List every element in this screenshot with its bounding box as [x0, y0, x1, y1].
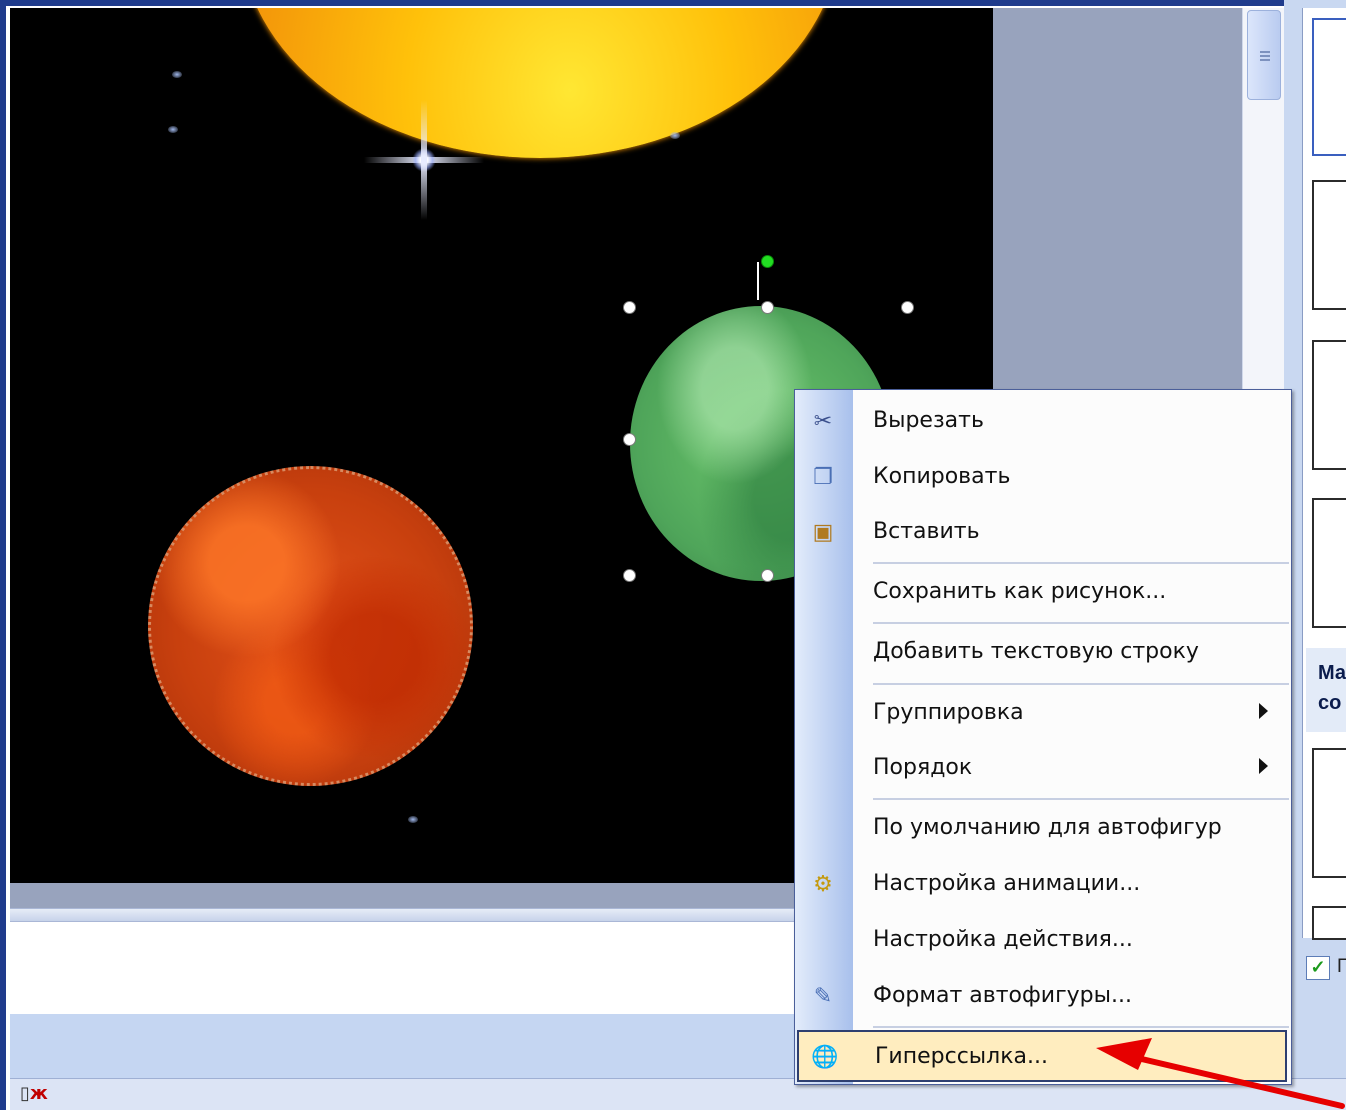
menu-separator	[873, 562, 1289, 564]
resize-handle-left[interactable]	[623, 433, 636, 446]
menu-item-add-text[interactable]: Добавить текстовую строку	[795, 627, 1291, 679]
menu-item-order[interactable]: Порядок	[795, 743, 1291, 795]
spellcheck-icon[interactable]: ▯ж	[20, 1083, 90, 1109]
rotation-handle[interactable]	[761, 255, 774, 268]
slide-thumbnail[interactable]	[1312, 748, 1346, 878]
resize-handle-top-right[interactable]	[901, 301, 914, 314]
annotation-arrow-icon	[1096, 1038, 1345, 1109]
task-pane-checkbox-label: П	[1337, 956, 1346, 977]
menu-separator	[873, 622, 1289, 624]
scrollbar-thumb[interactable]	[1247, 10, 1281, 100]
bright-star	[364, 100, 484, 220]
menu-item-autoshape-default[interactable]: По умолчанию для автофигур	[795, 803, 1291, 855]
star	[168, 126, 178, 133]
context-menu: ✂ Вырезать ❐ Копировать ▣ Вставить Сохра…	[794, 389, 1292, 1085]
slide-thumbnail[interactable]	[1312, 340, 1346, 470]
menu-item-format-autoshape[interactable]: ✎ Формат автофигуры...	[795, 971, 1291, 1023]
task-pane-section-subtitle: со	[1318, 692, 1342, 714]
task-pane-checkbox[interactable]: ✓	[1306, 956, 1330, 980]
menu-separator	[873, 1026, 1289, 1028]
slide-thumbnail[interactable]	[1312, 180, 1346, 310]
resize-handle-top[interactable]	[761, 301, 774, 314]
menu-item-action-settings[interactable]: Настройка действия...	[795, 915, 1291, 967]
slide-thumbnail[interactable]	[1312, 18, 1346, 156]
menu-item-custom-animation[interactable]: ⚙ Настройка анимации...	[795, 859, 1291, 911]
hyperlink-globe-icon: 🌐	[811, 1045, 839, 1070]
menu-item-save-as-picture[interactable]: Сохранить как рисунок...	[795, 567, 1291, 619]
slide-thumbnail[interactable]	[1312, 906, 1346, 940]
resize-handle-bottom-left[interactable]	[623, 569, 636, 582]
sun-shape[interactable]	[240, 8, 840, 158]
format-shape-icon: ✎	[813, 984, 833, 1009]
resize-handle-top-left[interactable]	[623, 301, 636, 314]
scissors-icon: ✂	[813, 409, 833, 434]
star	[670, 132, 680, 139]
menu-item-paste[interactable]: ▣ Вставить	[795, 507, 1291, 559]
task-pane-section-title: Ма	[1318, 662, 1346, 684]
menu-separator	[873, 683, 1289, 685]
star	[172, 71, 182, 78]
submenu-arrow-icon	[1259, 703, 1268, 719]
submenu-arrow-icon	[1259, 758, 1268, 774]
menu-item-grouping[interactable]: Группировка	[795, 688, 1291, 740]
red-planet-shape[interactable]	[148, 466, 473, 786]
resize-handle-bottom[interactable]	[761, 569, 774, 582]
copy-icon: ❐	[813, 465, 833, 490]
menu-item-copy[interactable]: ❐ Копировать	[795, 452, 1291, 504]
task-pane-section-header	[1306, 648, 1346, 732]
rotation-connector	[757, 262, 759, 300]
menu-item-cut[interactable]: ✂ Вырезать	[795, 396, 1291, 448]
slide-thumbnail[interactable]	[1312, 498, 1346, 628]
custom-animation-icon: ⚙	[813, 872, 833, 897]
paste-icon: ▣	[812, 520, 834, 545]
star	[408, 816, 418, 823]
menu-separator	[873, 798, 1289, 800]
